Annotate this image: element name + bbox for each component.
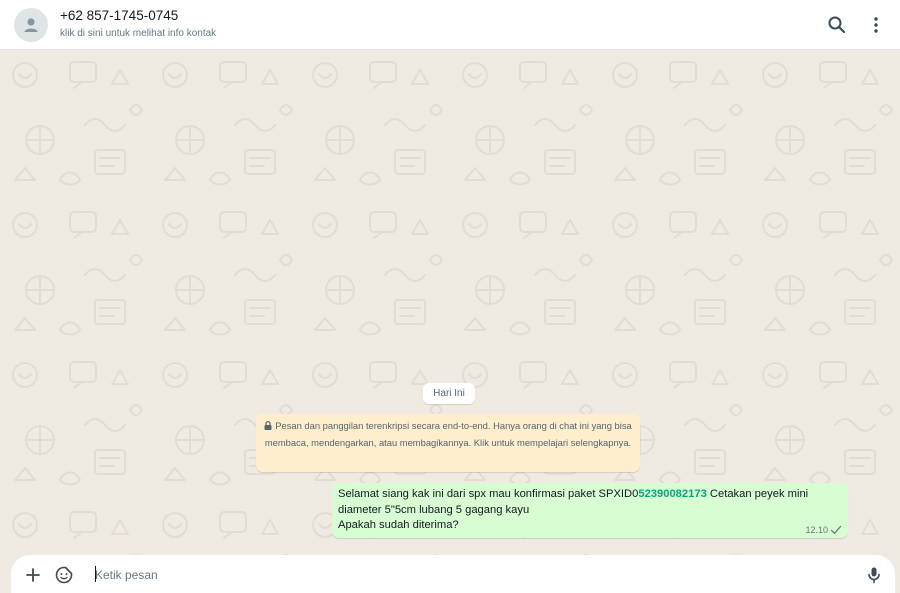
avatar[interactable] <box>14 8 48 42</box>
microphone-icon[interactable] <box>864 565 884 585</box>
chat-area[interactable]: Hari Ini Pesan dan panggilan terenkripsi… <box>0 50 900 555</box>
plus-icon[interactable] <box>23 565 43 585</box>
contact-info-hint[interactable]: klik di sini untuk melihat info kontak <box>60 28 216 39</box>
chat-header: +62 857-1745-0745 klik di sini untuk mel… <box>0 0 900 50</box>
message-meta: 12.10 <box>805 525 842 535</box>
text-caret <box>95 566 96 582</box>
message-line-1: Selamat siang kak ini dari spx mau konfi… <box>338 487 842 503</box>
default-avatar-icon <box>24 18 38 32</box>
single-check-icon <box>830 525 842 534</box>
outgoing-message[interactable]: Selamat siang kak ini dari spx mau konfi… <box>332 483 848 538</box>
lock-icon <box>264 421 272 430</box>
doodle-wallpaper <box>0 50 900 555</box>
composer-bar <box>0 555 900 593</box>
date-divider: Hari Ini <box>423 383 475 404</box>
encryption-notice-text: Pesan dan panggilan terenkripsi secara e… <box>264 420 632 448</box>
message-time: 12.10 <box>805 525 828 535</box>
tracking-number-link[interactable]: 52390082173 <box>638 488 706 500</box>
search-icon[interactable] <box>825 13 849 37</box>
message-text: Cetakan peyek mini <box>706 488 809 500</box>
composer <box>11 555 895 593</box>
message-line-3: Apakah sudah diterima? <box>338 519 459 531</box>
message-input[interactable] <box>95 565 855 585</box>
sticker-icon[interactable] <box>54 565 74 585</box>
kebab-menu-icon[interactable] <box>864 13 888 37</box>
message-text: Selamat siang kak ini dari spx mau konfi… <box>338 488 639 500</box>
contact-name[interactable]: +62 857-1745-0745 <box>60 8 178 23</box>
encryption-notice[interactable]: Pesan dan panggilan terenkripsi secara e… <box>256 414 640 472</box>
message-line-2: diameter 5"5cm lubang 5 gagang kayu <box>338 503 530 516</box>
